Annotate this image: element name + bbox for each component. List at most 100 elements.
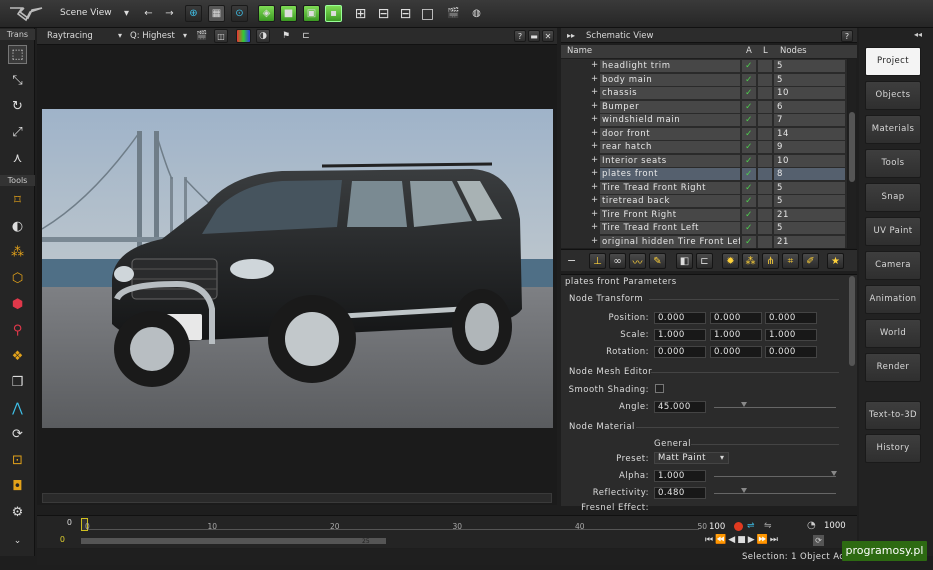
node-name[interactable]: windshield main: [600, 114, 740, 126]
active-check-icon[interactable]: ✓: [742, 73, 756, 86]
plugin-tool-icon[interactable]: ⚙: [8, 503, 27, 522]
position-y-field[interactable]: 0.000: [710, 312, 762, 324]
cube-wire-icon[interactable]: ▣: [303, 5, 320, 22]
alpha-slider[interactable]: [714, 476, 836, 477]
back-arrow-icon[interactable]: ←: [140, 5, 157, 22]
clapper-icon[interactable]: 🎬: [445, 5, 462, 22]
snapshot-icon[interactable]: ◫: [214, 29, 228, 43]
hair-icon[interactable]: ⋔: [762, 253, 779, 269]
lock-cell[interactable]: [758, 208, 772, 221]
lock-cell[interactable]: [758, 141, 772, 153]
position-x-field[interactable]: 0.000: [654, 312, 706, 324]
node-name[interactable]: plates front: [600, 168, 740, 180]
material-tool-icon[interactable]: ◘: [8, 477, 27, 496]
speed-dial-icon[interactable]: ◔: [807, 520, 816, 531]
end-frame[interactable]: 100: [709, 522, 725, 532]
expand-plus-icon[interactable]: +: [591, 114, 599, 124]
key-icon[interactable]: ⇌: [747, 521, 755, 531]
lock-cell[interactable]: [758, 127, 772, 140]
active-check-icon[interactable]: ✓: [742, 100, 756, 113]
node-name[interactable]: Tire Tread Front Left: [600, 222, 740, 234]
tab-text-to-3d[interactable]: Text-to-3D: [865, 401, 921, 430]
col-name[interactable]: Name: [567, 46, 592, 56]
cube-select-icon[interactable]: ◈: [258, 5, 275, 22]
polygon-tool-icon[interactable]: ⬡: [8, 269, 27, 288]
col-nodes[interactable]: Nodes: [780, 46, 807, 56]
node-name[interactable]: Tire Front Right: [600, 208, 740, 221]
transform-icon[interactable]: ⊕: [185, 5, 202, 22]
loop-icon[interactable]: ⟳: [813, 535, 824, 546]
renderer-select[interactable]: Raytracing: [47, 31, 93, 41]
tab-render[interactable]: Render: [865, 353, 921, 382]
alpha-slider-knob[interactable]: [831, 471, 837, 476]
expand-plus-icon[interactable]: +: [591, 101, 599, 111]
lock-cell[interactable]: [758, 154, 772, 167]
globe-icon[interactable]: ◍: [468, 5, 485, 22]
expand-plus-icon[interactable]: +: [591, 74, 599, 84]
active-check-icon[interactable]: ✓: [742, 141, 756, 153]
forward-arrow-icon[interactable]: →: [161, 5, 178, 22]
color-channels-icon[interactable]: [236, 29, 251, 43]
node-name[interactable]: headlight trim: [600, 60, 740, 72]
sun-icon[interactable]: ✹: [722, 253, 739, 269]
collapse-panel-icon[interactable]: ◂◂: [914, 30, 922, 39]
scale-z-field[interactable]: 1.000: [765, 329, 817, 341]
params-scrollbar[interactable]: [849, 276, 855, 366]
node-name[interactable]: chassis: [600, 87, 740, 99]
tab-animation[interactable]: Animation: [865, 285, 921, 314]
lock-cell[interactable]: [758, 114, 772, 126]
layout-quad-icon[interactable]: ⊞: [352, 5, 369, 22]
renderer-dropdown-icon[interactable]: ▾: [118, 31, 122, 40]
rotation-z-field[interactable]: 0.000: [765, 346, 817, 358]
tab-project[interactable]: Project: [865, 47, 921, 76]
lock-cell[interactable]: [758, 73, 772, 86]
select-tool-icon[interactable]: ⬚: [8, 45, 27, 64]
lock-cell[interactable]: [758, 60, 772, 72]
active-check-icon[interactable]: ✓: [742, 181, 756, 194]
camera-view-icon[interactable]: ⊏: [299, 29, 313, 43]
scale-x-field[interactable]: 1.000: [654, 329, 706, 341]
sphere-tool-icon[interactable]: ◐: [8, 217, 27, 236]
scene-view-selector[interactable]: Scene View: [60, 8, 112, 18]
schematic-help-icon[interactable]: ?: [841, 30, 853, 42]
active-check-icon[interactable]: ✓: [742, 222, 756, 234]
axis-tool-icon[interactable]: ⋏: [8, 149, 27, 168]
knife-tool-icon[interactable]: ⚲: [8, 321, 27, 340]
curve-icon[interactable]: 〰: [629, 253, 646, 269]
cube-shaded-icon[interactable]: ▪: [325, 5, 342, 22]
extrude-tool-icon[interactable]: ❖: [8, 347, 27, 366]
node-name[interactable]: tiretread back: [600, 195, 740, 207]
expand-plus-icon[interactable]: +: [591, 128, 599, 138]
node-name[interactable]: original hidden Tire Front Left: [600, 235, 740, 248]
position-z-field[interactable]: 0.000: [765, 312, 817, 324]
tab-snap[interactable]: Snap: [865, 183, 921, 212]
schematic-row[interactable]: + rear hatch ✓ 9: [561, 140, 847, 154]
layout-single-icon[interactable]: □: [419, 5, 436, 22]
tab-camera[interactable]: Camera: [865, 251, 921, 280]
expand-plus-icon[interactable]: +: [591, 209, 599, 219]
close-viewport-icon[interactable]: ✕: [542, 30, 554, 42]
particles-icon[interactable]: ⁂: [742, 253, 759, 269]
minimize-icon[interactable]: ▬: [528, 30, 540, 42]
tab-world[interactable]: World: [865, 319, 921, 348]
expand-plus-icon[interactable]: +: [591, 222, 599, 232]
tab-history[interactable]: History: [865, 434, 921, 463]
active-check-icon[interactable]: ✓: [742, 127, 756, 140]
clapper-small-icon[interactable]: 🎬: [195, 29, 209, 43]
schematic-row[interactable]: + Tire Tread Front Left ✓ 5: [561, 221, 847, 235]
schematic-row[interactable]: + Tire Tread Front Right ✓ 5: [561, 181, 847, 195]
expand-plus-icon[interactable]: +: [591, 236, 599, 246]
collapse-minus-icon[interactable]: −: [567, 254, 576, 267]
angle-slider[interactable]: [714, 407, 836, 408]
expand-plus-icon[interactable]: +: [591, 195, 599, 205]
cube-solid-icon[interactable]: ■: [280, 5, 297, 22]
active-check-icon[interactable]: ✓: [742, 87, 756, 99]
lock-cell[interactable]: [758, 87, 772, 99]
lock-cell[interactable]: [758, 181, 772, 194]
active-check-icon[interactable]: ✓: [742, 208, 756, 221]
alpha-field[interactable]: 1.000: [654, 470, 706, 482]
angle-slider-knob[interactable]: [741, 402, 747, 407]
schematic-row[interactable]: + Interior seats ✓ 10: [561, 154, 847, 168]
schematic-row[interactable]: + Bumper ✓ 6: [561, 100, 847, 114]
expand-plus-icon[interactable]: +: [591, 182, 599, 192]
